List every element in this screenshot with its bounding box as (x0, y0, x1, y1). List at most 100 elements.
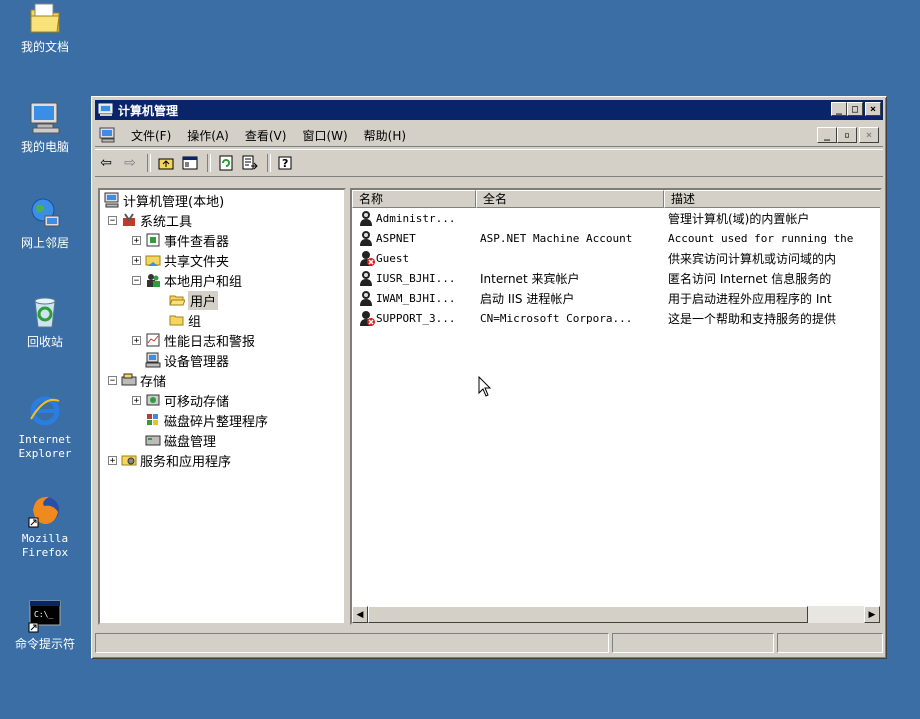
tree-label: 系统工具 (140, 214, 193, 230)
event-viewer-icon (146, 233, 160, 247)
user-name: ASPNET (376, 231, 416, 245)
tree-item-system-tools[interactable]: − 系统工具 (108, 210, 192, 230)
child-restore-button[interactable]: ▫ (837, 127, 857, 143)
my-computer-icon (27, 100, 63, 136)
show-hide-tree-button[interactable] (179, 153, 201, 173)
expand-toggle[interactable]: + (132, 255, 141, 265)
tree-item-groups[interactable]: 组 (169, 310, 201, 330)
tree-label: 磁盘管理 (164, 434, 217, 450)
details-list[interactable]: 名称 全名 描述 Administr... 管理计算机(域)的内置帐户 ASPN… (350, 188, 882, 625)
expand-toggle[interactable]: + (132, 335, 141, 345)
tools-icon (123, 213, 135, 226)
network-places-icon (27, 196, 63, 232)
tree-item-device-manager[interactable]: 设备管理器 (145, 350, 229, 370)
tree-item-shared-folders[interactable]: + 共享文件夹 (132, 250, 229, 270)
toolbar-separator (147, 154, 151, 172)
tree-item-local-users-groups[interactable]: − 本地用户和组 (132, 270, 242, 290)
menu-help[interactable]: 帮助(H) (356, 127, 414, 144)
tree-label: 设备管理器 (164, 354, 230, 370)
device-manager-icon (145, 352, 161, 368)
expand-toggle[interactable]: + (132, 235, 141, 245)
user-description: 这是一个帮助和支持服务的提供 (668, 311, 837, 326)
desktop-icon-network-places[interactable]: 网上邻居 (5, 196, 85, 250)
expand-toggle[interactable]: + (132, 395, 141, 405)
desktop-icon-label: 网上邻居 (20, 236, 69, 250)
user-icon (360, 271, 372, 286)
tree-item-removable-storage[interactable]: + 可移动存储 (132, 390, 229, 410)
export-list-button[interactable] (239, 153, 261, 173)
console-tree[interactable]: 计算机管理(本地) − 系统工具 + 事件查看器 + 共享文件夹 − 本地用户和… (98, 188, 346, 625)
collapse-toggle[interactable]: − (132, 275, 141, 285)
horizontal-scrollbar[interactable]: ◀ ▶ (352, 606, 880, 623)
close-button[interactable]: × (865, 102, 881, 116)
computer-management-icon (104, 192, 119, 208)
tree-item-users[interactable]: 用户 (169, 290, 219, 310)
tree-label: 共享文件夹 (164, 254, 230, 270)
performance-logs-icon (146, 333, 160, 347)
user-description: 供来宾访问计算机或访问域的内 (668, 251, 837, 266)
desktop-icon-label: 我的文档 (20, 40, 69, 54)
tree-item-event-viewer[interactable]: + 事件查看器 (132, 230, 229, 250)
desktop-icon-internet-explorer[interactable]: Internet Explorer (5, 393, 85, 461)
tree-item-disk-defragmenter[interactable]: 磁盘碎片整理程序 (145, 410, 268, 430)
list-item[interactable]: Guest 供来宾访问计算机或访问域的内 (352, 248, 880, 268)
command-prompt-icon: C:\_ (27, 597, 63, 633)
back-button[interactable]: ⇦ (95, 153, 117, 173)
toolbar-separator (207, 154, 211, 172)
collapse-toggle[interactable]: − (108, 215, 117, 225)
help-button[interactable]: ? (275, 153, 297, 173)
scroll-thumb[interactable] (368, 606, 808, 623)
status-panel (777, 633, 883, 653)
user-full-name: 启动 IIS 进程帐户 (480, 291, 575, 306)
svg-text:?: ? (282, 157, 288, 170)
list-item[interactable]: Administr... 管理计算机(域)的内置帐户 (352, 208, 880, 228)
desktop-icon-command-prompt[interactable]: C:\_ 命令提示符 (5, 597, 85, 651)
tree-label: 计算机管理(本地) (123, 194, 225, 210)
column-header-full-name[interactable]: 全名 (476, 190, 664, 208)
user-name: IUSR_BJHI... (376, 271, 456, 285)
tree-item-root[interactable]: 计算机管理(本地) (104, 190, 224, 210)
menu-file[interactable]: 文件(F) (123, 127, 179, 144)
list-item[interactable]: IUSR_BJHI... Internet 来宾帐户 匿名访问 Internet… (352, 268, 880, 288)
desktop-icon-firefox[interactable]: Mozilla Firefox (5, 492, 85, 560)
refresh-button[interactable] (215, 153, 237, 173)
tree-item-disk-management[interactable]: 磁盘管理 (145, 430, 216, 450)
forward-button[interactable]: ⇨ (119, 153, 141, 173)
close-icon: × (869, 103, 877, 115)
minimize-button[interactable]: _ (831, 102, 847, 116)
scroll-left-button[interactable]: ◀ (352, 606, 368, 623)
firefox-icon (27, 492, 63, 528)
forward-arrow-icon: ⇨ (124, 155, 136, 171)
child-close-button[interactable]: × (859, 127, 879, 143)
desktop-icon-recycle-bin[interactable]: 回收站 (5, 295, 85, 349)
list-item[interactable]: ASPNET ASP.NET Machine Account Account u… (352, 228, 880, 248)
menu-action[interactable]: 操作(A) (179, 127, 237, 144)
tree-item-performance-logs[interactable]: + 性能日志和警报 (132, 330, 255, 350)
tree-label: 组 (188, 314, 202, 330)
collapse-toggle[interactable]: − (108, 375, 117, 385)
scroll-right-button[interactable]: ▶ (864, 606, 880, 623)
arrow-left-icon: ◀ (356, 609, 364, 620)
desktop-icon-my-documents[interactable]: 我的文档 (5, 0, 85, 54)
list-item[interactable]: IWAM_BJHI... 启动 IIS 进程帐户 用于启动进程外应用程序的 In… (352, 288, 880, 308)
maximize-button[interactable]: □ (847, 102, 863, 116)
desktop-icon-my-computer[interactable]: 我的电脑 (5, 100, 85, 154)
user-description: 管理计算机(域)的内置帐户 (668, 211, 810, 226)
mmc-document-icon[interactable] (99, 127, 117, 143)
menu-view[interactable]: 查看(V) (237, 127, 295, 144)
title-bar[interactable]: 计算机管理 _ □ × (95, 100, 883, 120)
user-full-name: CN=Microsoft Corpora... (480, 311, 633, 325)
menu-window[interactable]: 窗口(W) (294, 127, 355, 144)
mouse-pointer-icon (478, 376, 492, 397)
computer-management-window: 计算机管理 _ □ × 文件(F) 操作(A) 查看(V) 窗口(W) 帮助(H… (91, 96, 887, 659)
tree-item-storage[interactable]: − 存储 (108, 370, 166, 390)
tree-item-services-applications[interactable]: + 服务和应用程序 (108, 450, 231, 470)
expand-toggle[interactable]: + (108, 455, 117, 465)
list-item[interactable]: SUPPORT_3... CN=Microsoft Corpora... 这是一… (352, 308, 880, 328)
child-minimize-button[interactable]: _ (817, 127, 837, 143)
status-bar (95, 633, 883, 655)
up-one-level-button[interactable] (155, 153, 177, 173)
up-folder-icon (158, 158, 174, 170)
column-header-name[interactable]: 名称 (352, 190, 476, 208)
column-header-description[interactable]: 描述 (664, 190, 880, 208)
